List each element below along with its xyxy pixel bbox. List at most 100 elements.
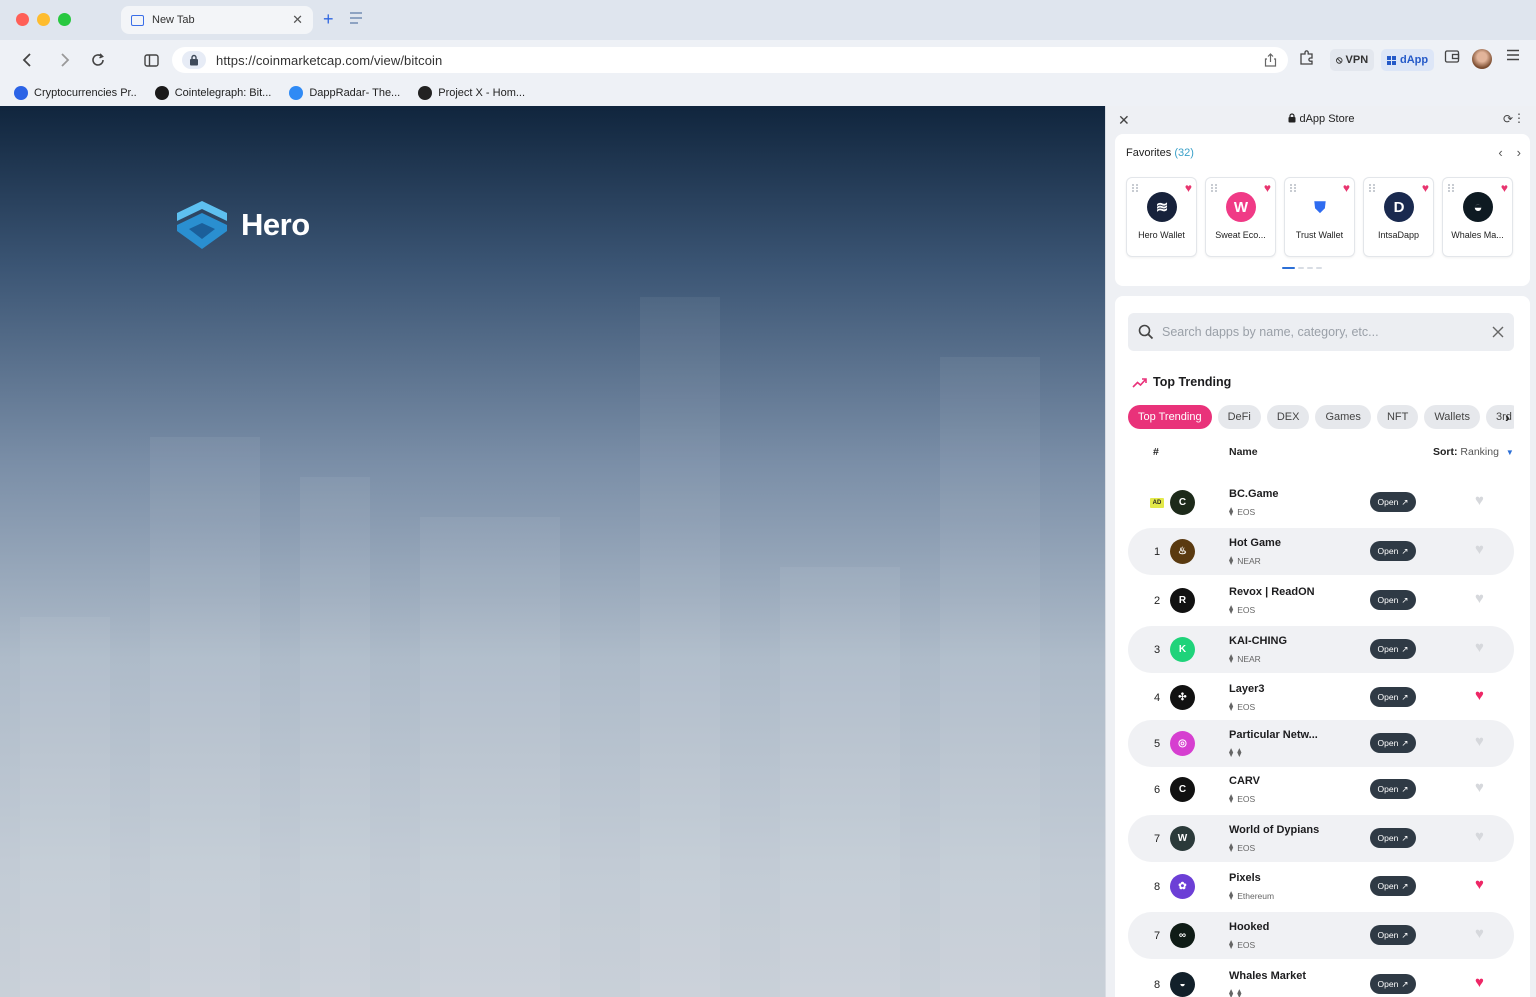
vpn-button[interactable]: ⦸ VPN: [1330, 49, 1375, 71]
reload-button[interactable]: [88, 50, 108, 70]
favorite-dapp-tile[interactable]: ♥ ≋ Hero Wallet: [1126, 177, 1197, 257]
open-dapp-button[interactable]: Open ↗: [1370, 590, 1416, 610]
lock-icon: [1288, 112, 1296, 126]
favorite-dapp-tile[interactable]: ♥ ⛊ Trust Wallet: [1284, 177, 1355, 257]
table-row[interactable]: 2 R Revox | ReadON ⧫ EOS Open ↗ ♥: [1128, 577, 1514, 624]
bookmark-item[interactable]: DappRadar- The...: [289, 86, 400, 100]
bookmark-favicon-icon: [14, 86, 28, 100]
forward-button[interactable]: [54, 50, 74, 70]
open-dapp-button[interactable]: Open ↗: [1370, 974, 1416, 994]
drag-handle-icon[interactable]: [1369, 184, 1375, 192]
table-row[interactable]: 8 ◒ Whales Market ⧫ ⧫ Open ↗ ♥: [1128, 961, 1514, 997]
heart-icon[interactable]: ♥: [1475, 779, 1484, 797]
bookmark-item[interactable]: Cryptocurrencies Pr..: [14, 86, 137, 100]
close-window-button[interactable]: [16, 13, 29, 26]
heart-icon[interactable]: ♥: [1185, 182, 1192, 194]
new-tab-button[interactable]: +: [323, 9, 334, 29]
profile-avatar[interactable]: [1472, 49, 1492, 69]
chevron-left-icon[interactable]: ‹: [1498, 145, 1502, 160]
open-label: Open: [1377, 738, 1399, 748]
bookmark-label: DappRadar- The...: [309, 87, 401, 99]
drag-handle-icon[interactable]: [1290, 184, 1296, 192]
open-label: Open: [1377, 546, 1399, 556]
rank-number: 8: [1153, 978, 1161, 991]
open-dapp-button[interactable]: Open ↗: [1370, 639, 1416, 659]
carousel-pagination: [1282, 267, 1322, 269]
reload-icon[interactable]: ⟳: [1503, 112, 1513, 126]
dapp-logo-icon: ⛊: [1305, 192, 1335, 222]
lock-icon[interactable]: [182, 51, 206, 69]
open-dapp-button[interactable]: Open ↗: [1370, 733, 1416, 753]
open-dapp-button[interactable]: Open ↗: [1370, 925, 1416, 945]
table-row[interactable]: 4 ✣ Layer3 ⧫ EOS Open ↗ ♥: [1128, 674, 1514, 721]
close-panel-icon[interactable]: ✕: [1118, 112, 1130, 129]
bookmark-item[interactable]: Project X - Hom...: [418, 86, 525, 100]
heart-icon[interactable]: ♥: [1475, 733, 1484, 751]
heart-icon[interactable]: ♥: [1501, 182, 1508, 194]
heart-icon[interactable]: ♥: [1475, 541, 1484, 559]
open-dapp-button[interactable]: Open ↗: [1370, 541, 1416, 561]
sort-dropdown[interactable]: Sort: Ranking ▼: [1433, 446, 1514, 458]
table-row[interactable]: 7 ∞ Hooked ⧫ EOS Open ↗ ♥: [1128, 912, 1514, 959]
table-row[interactable]: 8 ✿ Pixels ⧫ Ethereum Open ↗ ♥: [1128, 863, 1514, 910]
zoom-window-button[interactable]: [58, 13, 71, 26]
back-button[interactable]: [18, 50, 38, 70]
open-dapp-button[interactable]: Open ↗: [1370, 779, 1416, 799]
dapp-logo-icon: R: [1170, 588, 1195, 613]
open-dapp-button[interactable]: Open ↗: [1370, 828, 1416, 848]
address-bar[interactable]: https://coinmarketcap.com/view/bitcoin: [172, 47, 1288, 73]
open-dapp-button[interactable]: Open ↗: [1370, 876, 1416, 896]
heart-icon[interactable]: ♥: [1475, 876, 1484, 894]
more-options-icon[interactable]: ⋮: [1513, 111, 1525, 125]
table-row[interactable]: 1 ♨ Hot Game ⧫ NEAR Open ↗ ♥: [1128, 528, 1514, 575]
heart-icon[interactable]: ♥: [1475, 639, 1484, 657]
clear-search-icon[interactable]: [1492, 326, 1504, 338]
sidebar-toggle-button[interactable]: [141, 50, 161, 70]
table-row[interactable]: 5 ◎ Particular Netw... ⧫ ⧫ Open ↗ ♥: [1128, 720, 1514, 767]
drag-handle-icon[interactable]: [1448, 184, 1454, 192]
grid-icon: [1387, 55, 1396, 65]
favorite-dapp-tile[interactable]: ♥ ◒ Whales Ma...: [1442, 177, 1513, 257]
dapp-button[interactable]: dApp: [1381, 49, 1435, 71]
tab-list-icon[interactable]: [350, 12, 366, 24]
table-row[interactable]: 6 C CARV ⧫ EOS Open ↗ ♥: [1128, 766, 1514, 813]
heart-icon[interactable]: ♥: [1343, 182, 1350, 194]
heart-icon[interactable]: ♥: [1422, 182, 1429, 194]
share-icon[interactable]: [1264, 53, 1278, 67]
chips-next-icon[interactable]: ›: [1505, 409, 1510, 425]
table-row[interactable]: AD C BC.Game ⧫ EOS Open ↗ ♥: [1128, 479, 1514, 526]
favorite-dapp-tile[interactable]: ♥ D IntsaDapp: [1363, 177, 1434, 257]
open-dapp-button[interactable]: Open ↗: [1370, 687, 1416, 707]
window-titlebar: New Tab ✕ +: [0, 0, 1536, 40]
favorite-dapp-tile[interactable]: ♥ W Sweat Eco...: [1205, 177, 1276, 257]
heart-icon[interactable]: ♥: [1264, 182, 1271, 194]
url-text[interactable]: https://coinmarketcap.com/view/bitcoin: [216, 53, 1264, 68]
heart-icon[interactable]: ♥: [1475, 492, 1484, 510]
drag-handle-icon[interactable]: [1132, 184, 1138, 192]
category-chip[interactable]: Games: [1315, 405, 1371, 429]
heart-icon[interactable]: ♥: [1475, 828, 1484, 846]
heart-icon[interactable]: ♥: [1475, 687, 1484, 705]
minimize-window-button[interactable]: [37, 13, 50, 26]
bookmark-item[interactable]: Cointelegraph: Bit...: [154, 86, 271, 100]
extensions-button[interactable]: [1298, 49, 1316, 67]
heart-icon[interactable]: ♥: [1475, 974, 1484, 992]
table-row[interactable]: 7 W World of Dypians ⧫ EOS Open ↗ ♥: [1128, 815, 1514, 862]
drag-handle-icon[interactable]: [1211, 184, 1217, 192]
open-dapp-button[interactable]: Open ↗: [1370, 492, 1416, 512]
tab-close-icon[interactable]: ✕: [292, 12, 303, 28]
avatar[interactable]: [1472, 49, 1492, 69]
category-chip[interactable]: DeFi: [1217, 405, 1261, 429]
heart-icon[interactable]: ♥: [1475, 590, 1484, 608]
browser-tab[interactable]: New Tab ✕: [121, 6, 313, 34]
chevron-right-icon[interactable]: ›: [1517, 145, 1521, 160]
wallet-button[interactable]: [1444, 49, 1460, 64]
table-row[interactable]: 3 K KAI-CHING ⧫ NEAR Open ↗ ♥: [1128, 626, 1514, 673]
category-chip[interactable]: Wallets: [1424, 405, 1480, 429]
menu-button[interactable]: [1506, 49, 1520, 61]
category-chip[interactable]: Top Trending: [1128, 405, 1212, 429]
heart-icon[interactable]: ♥: [1475, 925, 1484, 943]
search-input[interactable]: [1162, 325, 1492, 339]
category-chip[interactable]: NFT: [1376, 405, 1419, 429]
category-chip[interactable]: DEX: [1266, 405, 1310, 429]
